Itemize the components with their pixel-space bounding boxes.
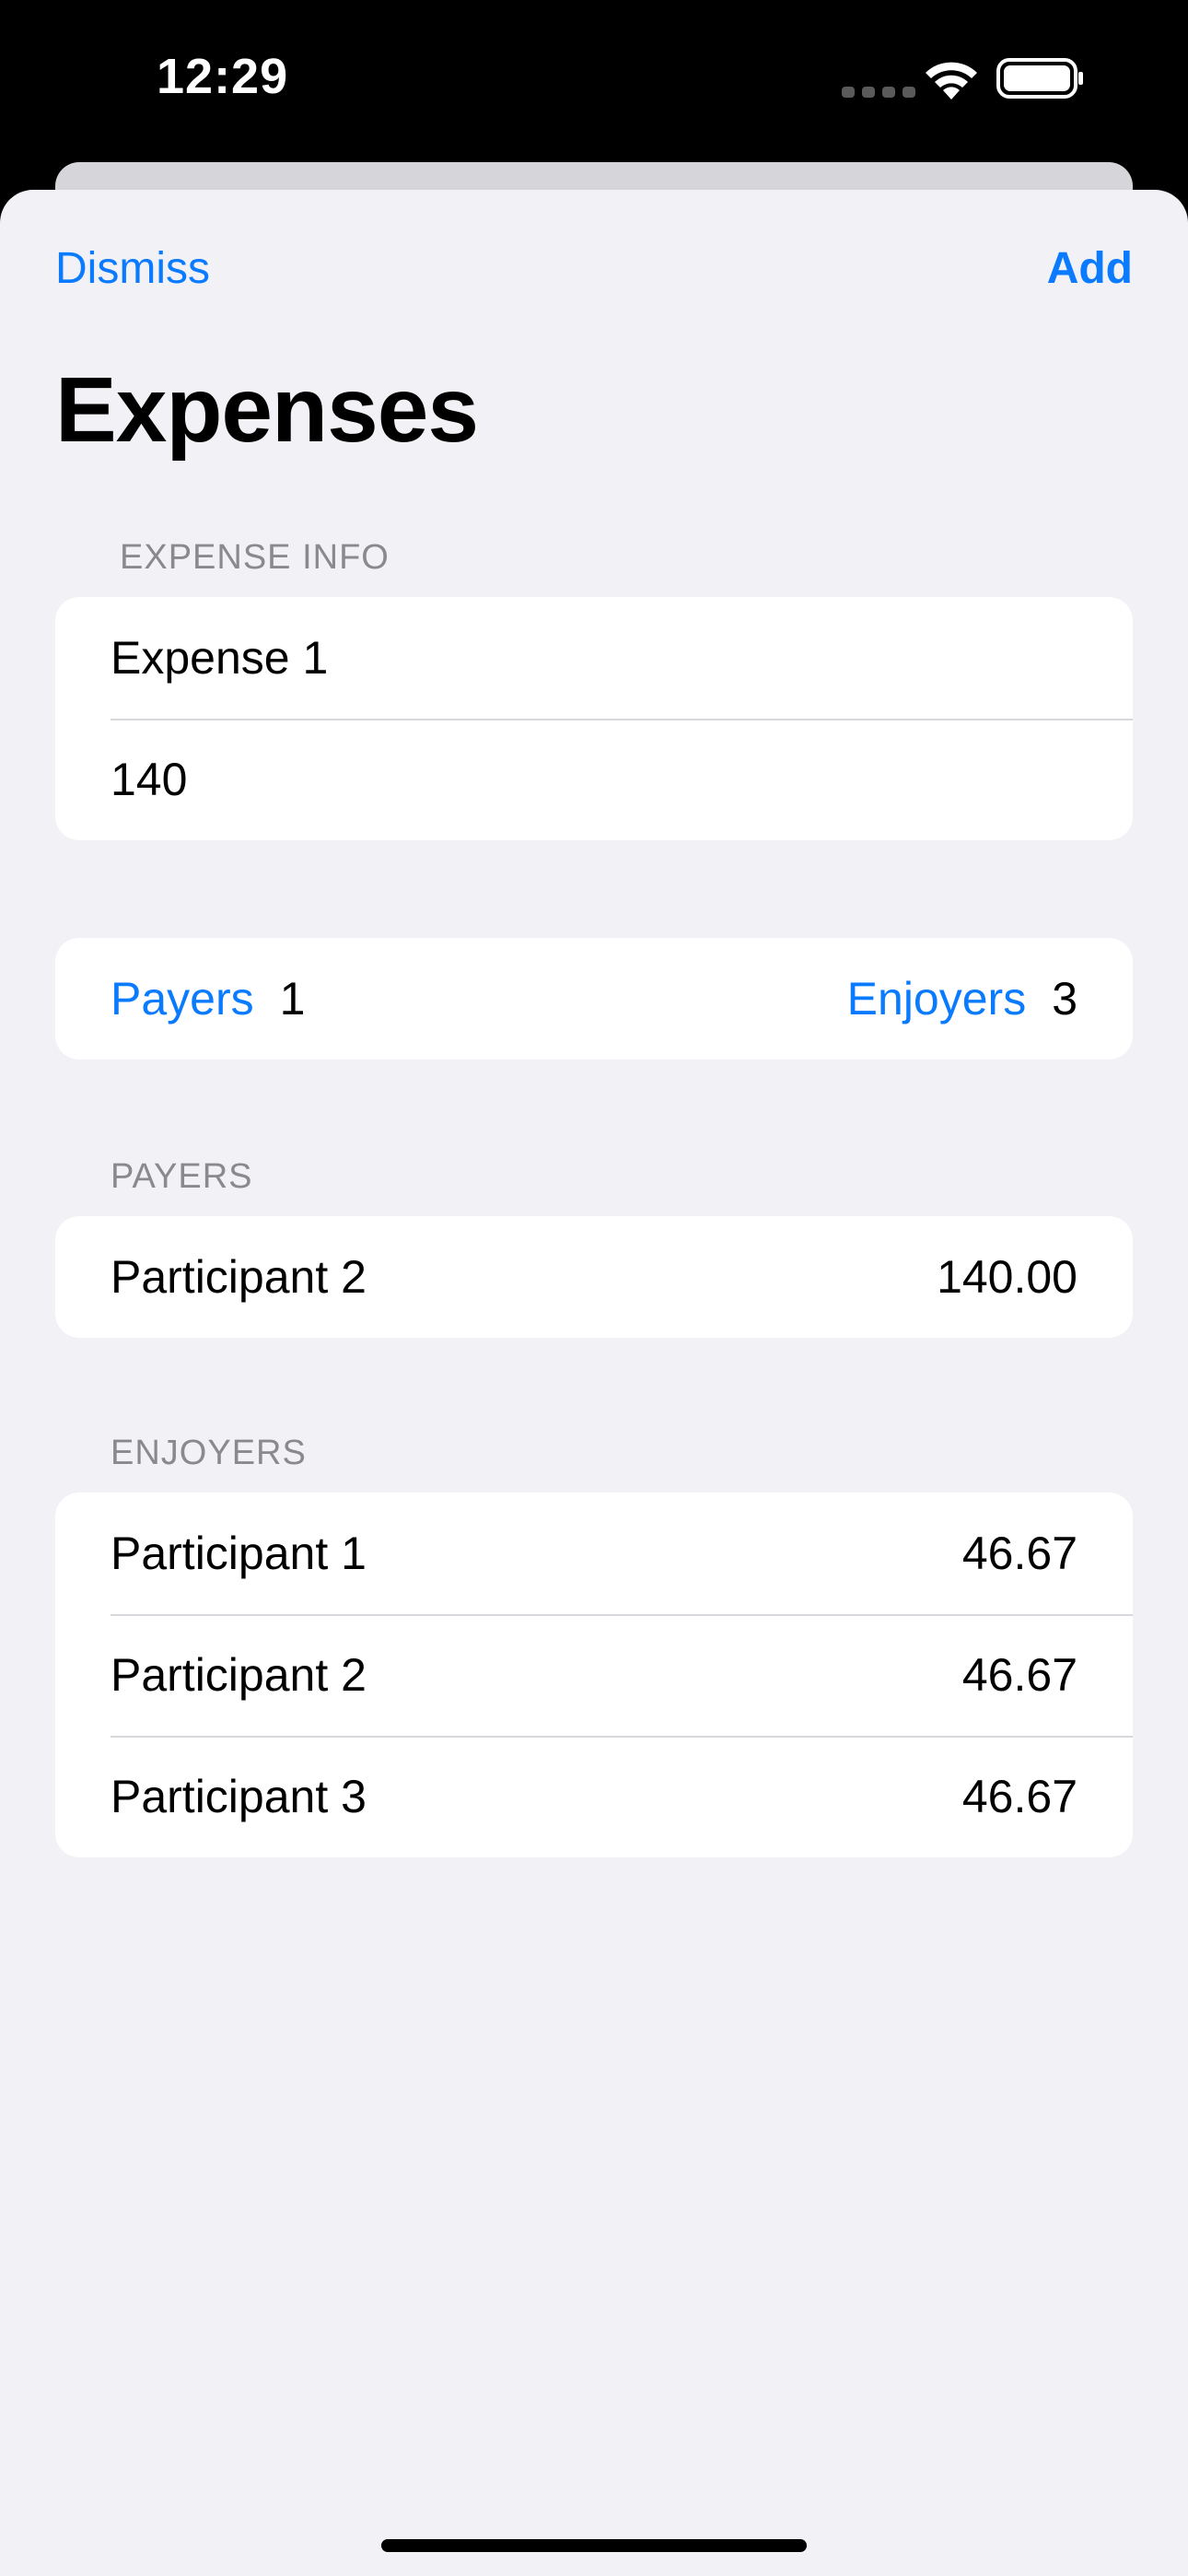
- expense-info-group: Expense 1 140: [55, 597, 1133, 840]
- status-bar: 12:29: [0, 0, 1188, 166]
- enjoyer-amount: 46.67: [961, 1771, 1077, 1822]
- counts-group: Payers 1 Enjoyers 3: [55, 938, 1133, 1060]
- enjoyer-row[interactable]: Participant 1 46.67: [55, 1493, 1133, 1614]
- expense-name-value: Expense 1: [111, 632, 329, 684]
- counts-row: Payers 1 Enjoyers 3: [55, 938, 1133, 1060]
- enjoyer-row[interactable]: Participant 2 46.67: [55, 1614, 1133, 1736]
- enjoyers-button[interactable]: Enjoyers: [847, 972, 1027, 1025]
- enjoyer-row[interactable]: Participant 3 46.67: [55, 1736, 1133, 1857]
- enjoyer-name: Participant 2: [111, 1649, 367, 1701]
- wifi-icon: [926, 62, 977, 100]
- home-indicator[interactable]: [381, 2539, 807, 2552]
- enjoyer-name: Participant 1: [111, 1528, 367, 1579]
- status-time: 12:29: [157, 49, 289, 104]
- add-button[interactable]: Add: [1047, 243, 1133, 294]
- payers-header: PAYERS: [111, 1157, 253, 1196]
- payers-count: 1: [279, 973, 306, 1025]
- enjoyer-name: Participant 3: [111, 1771, 367, 1822]
- enjoyers-group: Participant 1 46.67 Participant 2 46.67 …: [55, 1493, 1133, 1857]
- dismiss-button[interactable]: Dismiss: [55, 243, 210, 294]
- expense-amount-value: 140: [111, 754, 188, 805]
- enjoyers-count: 3: [1052, 973, 1077, 1025]
- enjoyer-amount: 46.67: [961, 1528, 1077, 1579]
- payers-group: Participant 2 140.00: [55, 1216, 1133, 1338]
- payers-count-item: Payers 1: [111, 972, 305, 1025]
- enjoyer-amount: 46.67: [961, 1649, 1077, 1701]
- cellular-icon: [842, 87, 915, 98]
- expense-info-header: EXPENSE INFO: [120, 538, 390, 577]
- expense-name-field[interactable]: Expense 1: [55, 597, 1133, 719]
- page-title: Expenses: [55, 358, 479, 462]
- payer-row[interactable]: Participant 2 140.00: [55, 1216, 1133, 1338]
- enjoyers-header: ENJOYERS: [111, 1434, 307, 1472]
- payer-name: Participant 2: [111, 1251, 367, 1303]
- enjoyers-count-item: Enjoyers 3: [847, 972, 1077, 1025]
- payers-button[interactable]: Payers: [111, 972, 254, 1025]
- expenses-sheet: Dismiss Add Expenses EXPENSE INFO Expens…: [0, 190, 1188, 2576]
- expense-amount-field[interactable]: 140: [55, 719, 1133, 840]
- payer-amount: 140.00: [937, 1251, 1077, 1303]
- battery-icon: [996, 58, 1083, 99]
